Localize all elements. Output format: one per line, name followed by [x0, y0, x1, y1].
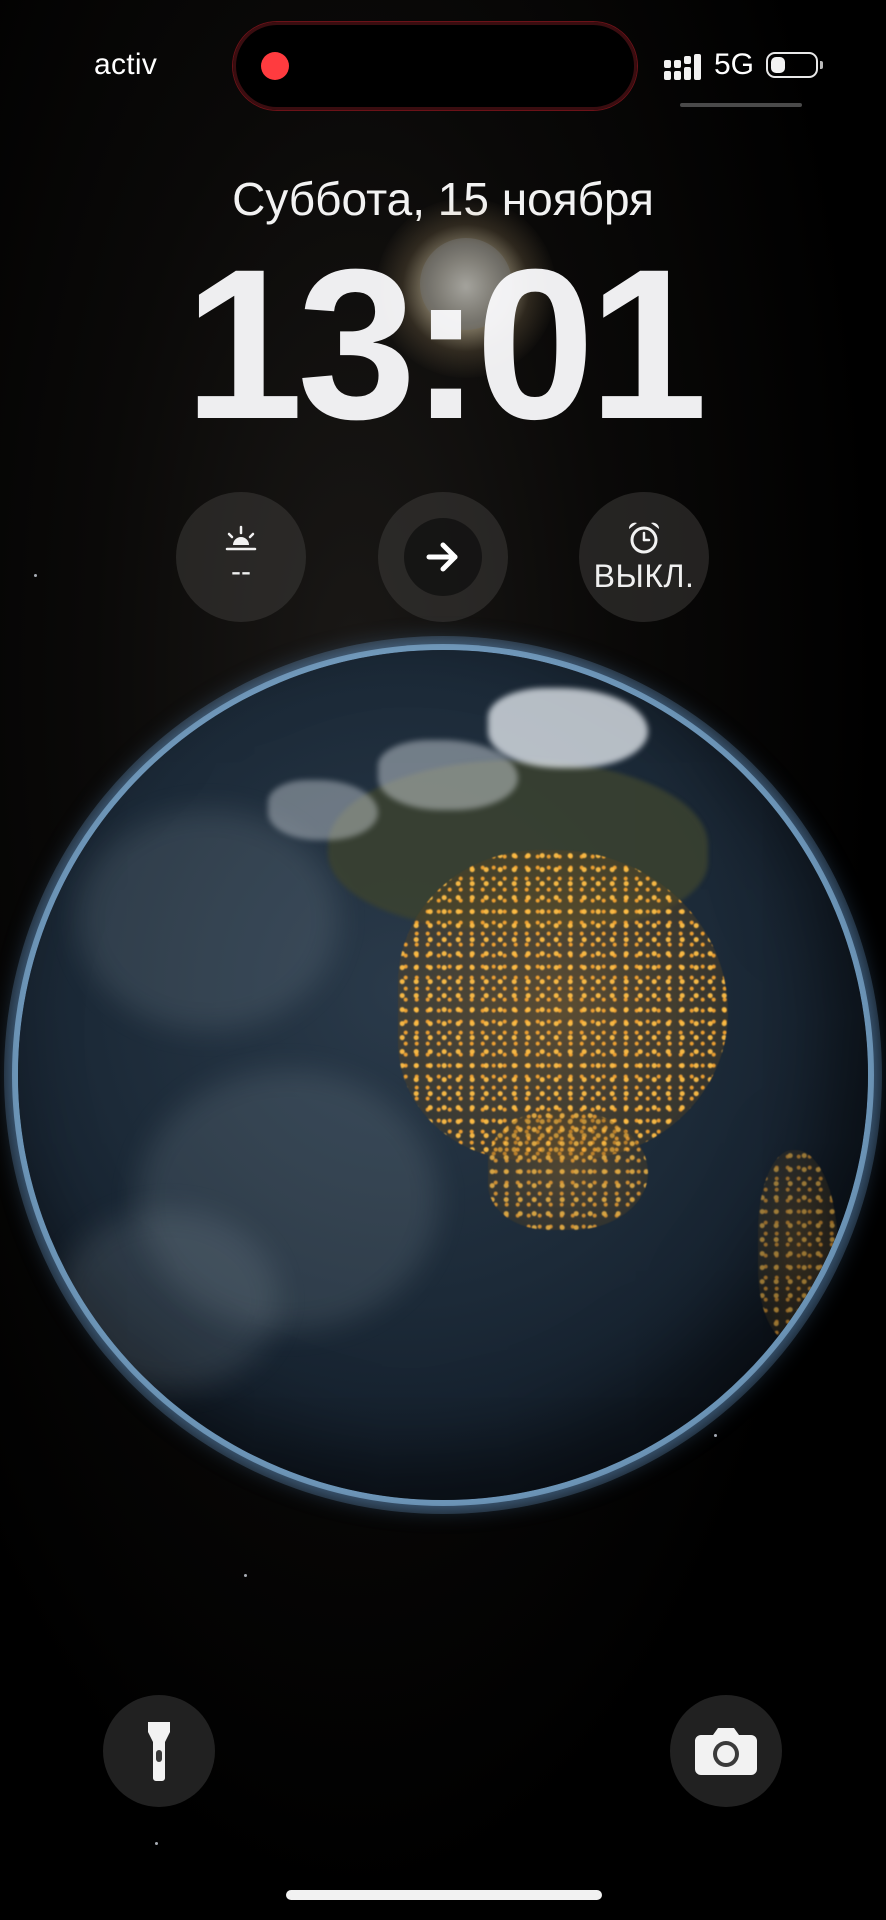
lock-screen: activ 5G Суббота, 15 ноября 13:01 -- ВЫК…: [0, 0, 886, 1920]
star: [155, 1842, 158, 1845]
alarm-widget[interactable]: ВЫКЛ.: [579, 492, 709, 622]
battery-level: [771, 57, 785, 73]
arctic-ice: [488, 688, 648, 768]
arctic-ice: [378, 740, 518, 810]
alarm-clock-icon: [628, 522, 660, 553]
sunrise-widget[interactable]: --: [176, 492, 306, 622]
sunrise-value: --: [231, 555, 251, 588]
control-center-grabber[interactable]: [680, 103, 802, 107]
mexico-city-lights: [488, 1110, 648, 1230]
recording-indicator-icon: [261, 52, 289, 80]
flashlight-icon: [148, 1722, 170, 1781]
south-america-lights: [758, 1150, 838, 1340]
earth-wallpaper: [4, 636, 882, 1514]
camera-button[interactable]: [670, 1695, 782, 1807]
camera-icon: [695, 1728, 757, 1775]
cloud-cover: [58, 1210, 278, 1390]
flashlight-button[interactable]: [103, 1695, 215, 1807]
carrier-label: activ: [94, 48, 158, 81]
home-indicator[interactable]: [286, 1890, 602, 1900]
alarm-status: ВЫКЛ.: [593, 557, 695, 594]
battery-icon: [766, 52, 823, 78]
sunrise-icon: [225, 525, 257, 551]
alaska-snow: [268, 780, 378, 840]
earth-globe: [18, 650, 868, 1500]
star: [34, 574, 37, 577]
shortcut-widget[interactable]: [378, 492, 508, 622]
network-type: 5G: [714, 48, 755, 81]
star: [244, 1574, 247, 1577]
arrow-circle: [404, 518, 482, 596]
cloud-cover: [78, 810, 338, 1030]
lock-time: 13:01: [184, 225, 707, 464]
dynamic-island[interactable]: [233, 22, 637, 110]
cellular-signal-icon: [664, 54, 701, 80]
arrow-right-icon: [426, 542, 458, 572]
